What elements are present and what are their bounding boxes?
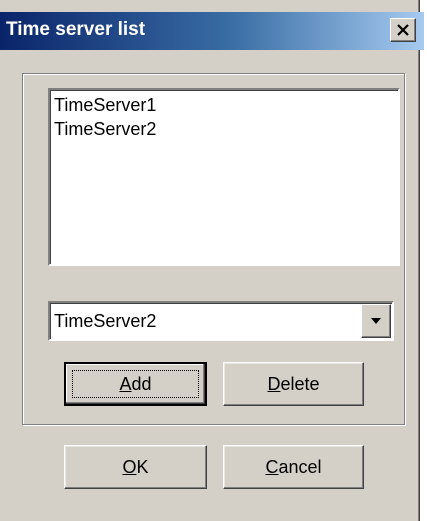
server-combo-value[interactable]: TimeServer2 xyxy=(54,309,156,333)
close-button[interactable] xyxy=(390,18,416,42)
delete-button[interactable]: Delete xyxy=(223,362,364,406)
list-item[interactable]: TimeServer1 xyxy=(54,93,398,117)
delete-button-label: Delete xyxy=(267,373,320,394)
focus-ring xyxy=(72,370,199,398)
cancel-button[interactable]: Cancel xyxy=(223,445,364,489)
add-button[interactable]: Add xyxy=(64,362,207,406)
server-listbox[interactable]: TimeServer1 TimeServer2 xyxy=(48,88,400,266)
combo-dropdown-button[interactable] xyxy=(361,304,391,338)
dialog-window: Time server list TimeServer1 TimeServer2… xyxy=(0,0,424,521)
ok-button[interactable]: OK xyxy=(64,445,207,489)
chevron-down-icon xyxy=(371,318,381,324)
close-icon xyxy=(397,24,409,36)
cancel-button-label: Cancel xyxy=(265,456,322,477)
title-bar[interactable]: Time server list xyxy=(0,12,424,50)
ok-button-label: OK xyxy=(122,456,149,477)
window-title: Time server list xyxy=(6,19,146,40)
list-item[interactable]: TimeServer2 xyxy=(54,117,398,141)
server-combobox[interactable]: TimeServer2 xyxy=(48,301,394,341)
